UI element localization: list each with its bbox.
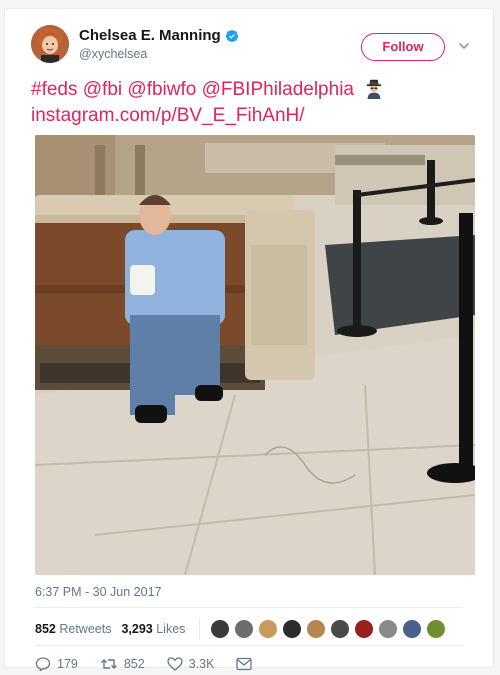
retweet-button[interactable]: 852 — [100, 656, 145, 672]
envelope-icon — [236, 657, 253, 671]
tweet-card: Chelsea E. Manning @xychelsea Follow #fe… — [4, 8, 494, 672]
liker-avatar[interactable] — [330, 619, 351, 639]
retweets-label: Retweets — [59, 622, 112, 636]
tweet-text: #feds @fbi @fbiwfo @FBIPhiladelphia inst… — [31, 77, 473, 129]
liker-avatar[interactable] — [282, 619, 303, 639]
liker-avatars — [210, 619, 450, 639]
author-display-name-text[interactable]: Chelsea E. Manning — [79, 27, 221, 45]
author-avatar[interactable] — [31, 25, 69, 63]
divider — [35, 645, 463, 646]
author-display-name[interactable]: Chelsea E. Manning — [79, 27, 239, 45]
heart-icon — [167, 657, 183, 671]
tweet-stats: 852 Retweets 3,293 Likes — [35, 617, 463, 641]
liker-avatar[interactable] — [426, 619, 447, 639]
stats-separator — [199, 618, 201, 640]
hashtag-link[interactable]: #feds — [31, 79, 77, 100]
mention-link[interactable]: @fbi — [83, 79, 122, 100]
follow-button[interactable]: Follow — [361, 33, 445, 61]
retweets-stat[interactable]: 852 Retweets — [35, 622, 111, 636]
verified-badge-icon — [225, 29, 238, 43]
mention-link[interactable]: @fbiwfo — [127, 79, 196, 100]
author-names: Chelsea E. Manning @xychelsea — [79, 27, 239, 61]
tweet-actions: 179 852 3.3K — [35, 653, 280, 675]
tweet-timestamp[interactable]: 6:37 PM - 30 Jun 2017 — [35, 585, 161, 599]
sleuth-spy-icon — [366, 79, 382, 99]
like-button[interactable]: 3.3K — [167, 656, 215, 672]
like-count: 3.3K — [188, 657, 215, 671]
liker-avatar[interactable] — [378, 619, 399, 639]
reply-icon — [35, 657, 51, 672]
author-handle[interactable]: @xychelsea — [79, 47, 239, 61]
liker-avatar[interactable] — [402, 619, 423, 639]
liker-avatar[interactable] — [234, 619, 255, 639]
chevron-down-icon[interactable] — [457, 39, 471, 53]
reply-count: 179 — [57, 657, 78, 671]
liker-avatar[interactable] — [258, 619, 279, 639]
retweet-count: 852 — [123, 657, 145, 671]
instagram-link[interactable]: instagram.com/p/BV_E_FihAnH/ — [31, 105, 305, 126]
likes-count: 3,293 — [121, 622, 153, 636]
liker-avatar[interactable] — [306, 619, 327, 639]
tweet-header: Chelsea E. Manning @xychelsea Follow — [31, 17, 473, 67]
divider — [35, 607, 463, 608]
liker-avatar[interactable] — [354, 619, 375, 639]
retweets-count: 852 — [35, 622, 56, 636]
mention-link[interactable]: @FBIPhiladelphia — [202, 79, 354, 100]
liker-avatar[interactable] — [210, 619, 231, 639]
tweet-photo[interactable] — [35, 135, 475, 575]
likes-label: Likes — [156, 622, 186, 636]
retweet-icon — [100, 659, 117, 669]
direct-message-button[interactable] — [236, 657, 258, 671]
likes-stat[interactable]: 3,293 Likes — [121, 622, 185, 636]
reply-button[interactable]: 179 — [35, 656, 78, 672]
